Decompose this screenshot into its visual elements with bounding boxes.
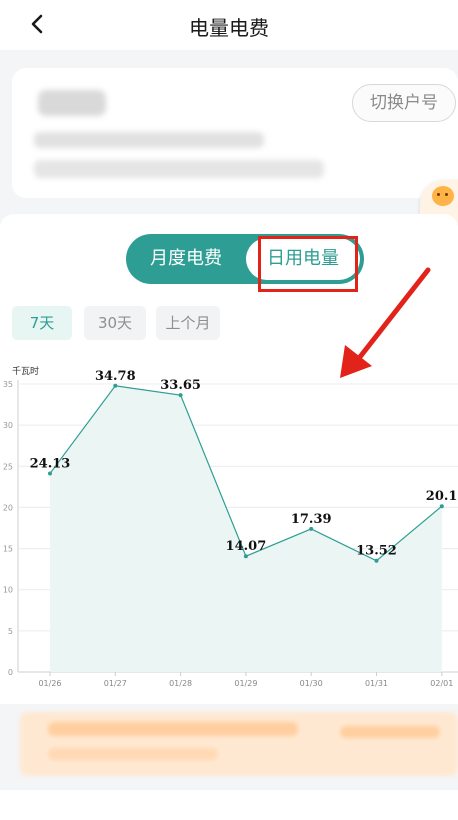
header-bar: 电量电费	[0, 0, 458, 50]
promo-banner-redacted[interactable]	[20, 712, 458, 776]
y-tick-label: 15	[3, 545, 13, 554]
usage-area	[50, 385, 442, 672]
x-tick-label: 01/30	[300, 679, 323, 688]
data-label: 17.39	[291, 512, 332, 527]
y-tick-label: 20	[3, 503, 13, 512]
data-label: 20.15	[426, 489, 458, 504]
y-tick-label: 0	[8, 668, 13, 677]
x-tick-label: 01/31	[365, 679, 388, 688]
bottom-section	[0, 790, 458, 820]
data-label: 13.52	[356, 544, 397, 559]
data-point	[439, 504, 444, 509]
y-tick-label: 35	[3, 380, 13, 389]
x-tick-label: 01/28	[169, 679, 192, 688]
data-label: 24.13	[30, 456, 71, 471]
data-point	[178, 393, 183, 398]
x-tick-label: 01/29	[234, 679, 257, 688]
smiley-icon	[432, 186, 454, 206]
range-chip-30-days[interactable]: 30天	[84, 306, 146, 340]
usage-card: 月度电费 日用电量 7天 30天 上个月 千瓦时 35 30 25 20 15 10 5 0 0…	[0, 214, 458, 704]
y-tick-label: 10	[3, 586, 13, 595]
y-tick-label: 5	[8, 627, 13, 636]
tab-monthly-fee[interactable]: 月度电费	[126, 234, 246, 284]
daily-usage-chart: 千瓦时 35 30 25 20 15 10 5 0 01/26 01/27 01/28 01/29 01…	[3, 365, 458, 688]
account-number-redacted	[34, 132, 264, 148]
data-point	[48, 471, 52, 476]
range-chip-7-days[interactable]: 7天	[12, 306, 72, 340]
data-label: 14.07	[226, 539, 267, 554]
data-point	[374, 558, 379, 563]
x-tick-label: 01/26	[38, 679, 61, 688]
range-chip-last-month[interactable]: 上个月	[156, 306, 220, 340]
account-address-redacted	[34, 160, 324, 178]
data-label: 34.78	[95, 369, 136, 384]
switch-account-button[interactable]: 切换户号	[352, 84, 456, 122]
y-tick-label: 25	[3, 462, 13, 471]
y-axis-label: 千瓦时	[12, 365, 39, 377]
data-label: 33.65	[160, 378, 201, 393]
data-point	[309, 526, 314, 531]
data-point	[113, 383, 118, 388]
account-name-redacted	[38, 90, 106, 116]
page-title: 电量电费	[189, 16, 269, 40]
highlight-box	[258, 236, 358, 292]
x-tick-label: 01/27	[104, 679, 127, 688]
data-point	[243, 554, 248, 559]
x-tick-label: 02/01	[430, 679, 453, 688]
account-card: 切换户号	[12, 68, 458, 198]
y-tick-label: 30	[3, 421, 13, 430]
